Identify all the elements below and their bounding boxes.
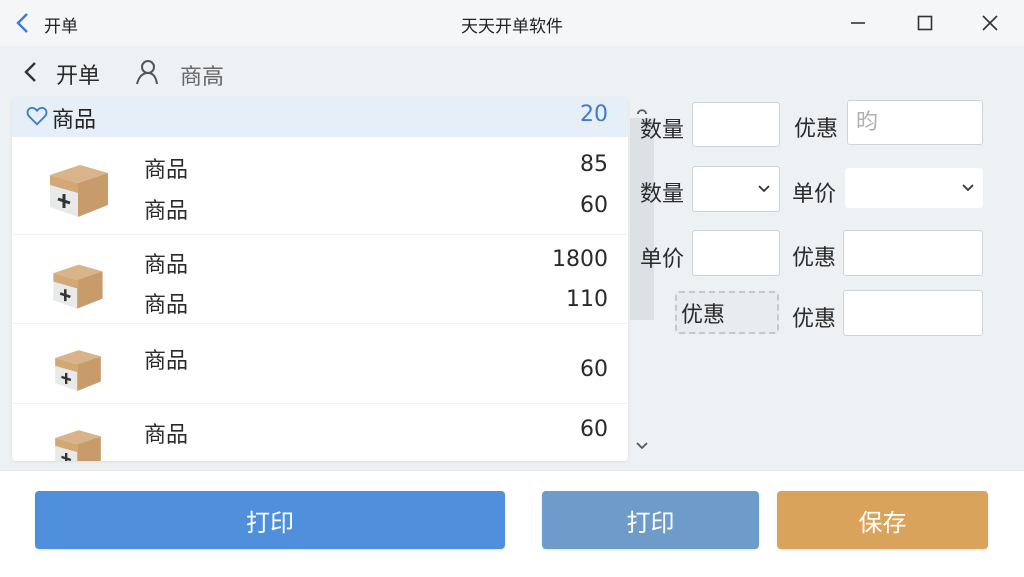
- scrollbar[interactable]: [630, 118, 654, 320]
- quantity-input-box[interactable]: [693, 103, 779, 146]
- product-list: 商品 20 商品 85 商品 60 商品 1800 商品 110 商品 60 商…: [12, 97, 628, 461]
- row-divider: [12, 403, 628, 404]
- product-value: 85: [580, 152, 608, 177]
- box-icon: [46, 157, 112, 225]
- discount-label: 优惠: [794, 117, 839, 142]
- product-name[interactable]: 商品: [144, 247, 188, 279]
- chevron-down-icon: [757, 181, 771, 200]
- list-header[interactable]: 商品 20: [12, 97, 628, 137]
- row-divider: [12, 323, 628, 324]
- discount-input[interactable]: [843, 230, 983, 276]
- discount-input[interactable]: [843, 290, 983, 336]
- product-name[interactable]: 商品: [144, 343, 188, 375]
- product-value: 1800: [552, 247, 608, 272]
- product-name[interactable]: 商品: [144, 193, 188, 225]
- discount-input-box[interactable]: [848, 101, 982, 144]
- minimize-icon[interactable]: [843, 8, 873, 38]
- quantity-label: 数量: [640, 118, 685, 143]
- unit-price-label: 单价: [792, 182, 837, 207]
- product-value: 60: [580, 417, 608, 442]
- save-button[interactable]: 保存: [777, 491, 988, 549]
- box-icon: [50, 257, 106, 317]
- product-name[interactable]: 商品: [144, 152, 188, 184]
- chevron-down-icon: [961, 180, 975, 199]
- row-divider: [12, 234, 628, 235]
- nav-back-icon[interactable]: [22, 58, 44, 86]
- product-value: 110: [566, 287, 608, 312]
- quantity-input[interactable]: [692, 102, 780, 147]
- print-button-secondary[interactable]: 打印: [542, 491, 759, 549]
- list-header-label: 商品: [52, 108, 97, 133]
- user-label[interactable]: 商高: [180, 59, 224, 91]
- unit-price-input-box[interactable]: [693, 231, 779, 275]
- nav-back-label[interactable]: 开单: [56, 58, 100, 90]
- chevron-down-icon[interactable]: [634, 438, 650, 454]
- user-icon[interactable]: [134, 58, 160, 86]
- unit-price-label: 单价: [640, 247, 685, 272]
- product-value: 60: [580, 357, 608, 382]
- quantity-label: 数量: [640, 182, 685, 207]
- discount-label: 优惠: [792, 246, 837, 271]
- print-button-primary[interactable]: 打印: [35, 491, 505, 549]
- product-name[interactable]: 商品: [144, 417, 188, 449]
- discount-input[interactable]: [847, 100, 983, 145]
- quantity-select[interactable]: [692, 166, 780, 212]
- box-icon: [52, 343, 104, 399]
- list-header-count: 20: [580, 102, 608, 127]
- discount-button[interactable]: 优惠: [675, 291, 779, 334]
- discount-label: 优惠: [792, 307, 837, 332]
- heart-icon[interactable]: [26, 105, 48, 131]
- box-icon: [52, 423, 104, 461]
- discount-input-box[interactable]: [844, 231, 982, 275]
- discount-input-box[interactable]: [844, 291, 982, 335]
- product-value: 60: [580, 193, 608, 218]
- close-icon[interactable]: [975, 8, 1005, 38]
- maximize-icon[interactable]: [910, 8, 940, 38]
- unit-price-select[interactable]: [845, 168, 983, 208]
- unit-price-input[interactable]: [692, 230, 780, 276]
- product-name[interactable]: 商品: [144, 287, 188, 319]
